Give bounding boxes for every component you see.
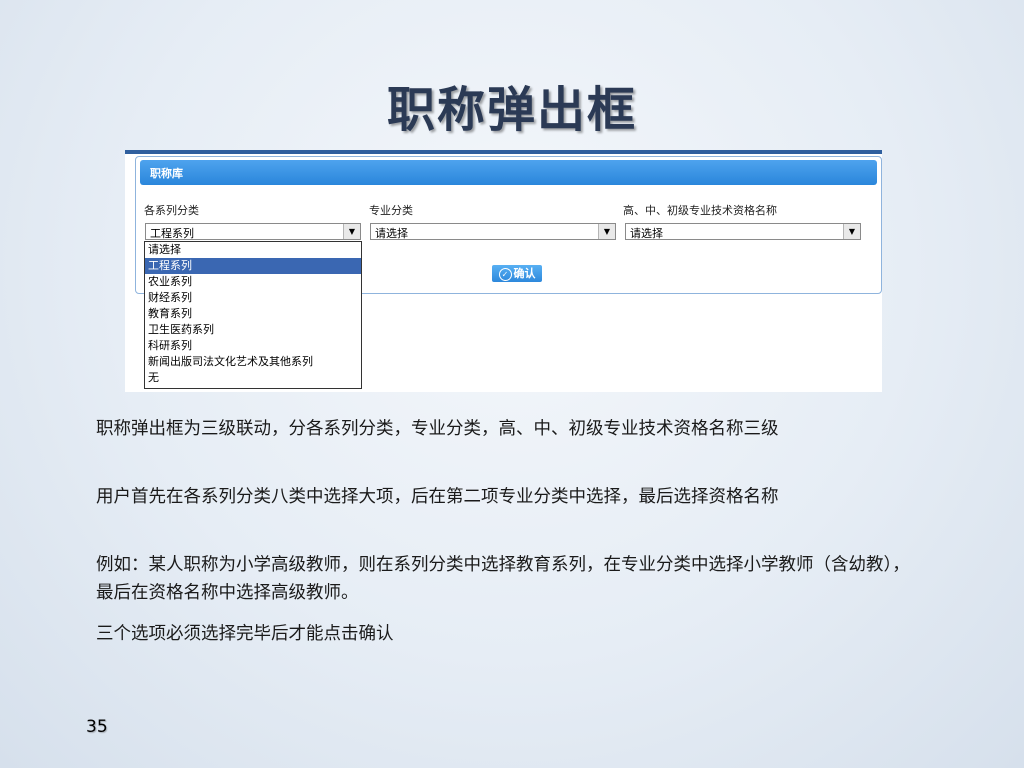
- dropdown-option[interactable]: 财经系列: [145, 290, 361, 306]
- dropdown-option-selected[interactable]: 工程系列: [145, 258, 361, 274]
- description-paragraph-1: 职称弹出框为三级联动，分各系列分类，专业分类，高、中、初级专业技术资格名称三级: [96, 419, 779, 439]
- page-number: 35: [86, 717, 108, 737]
- dropdown-option[interactable]: 请选择: [145, 242, 361, 258]
- panel-header: 职称库: [140, 160, 877, 185]
- description-paragraph-3: 例如：某人职称为小学高级教师，则在系列分类中选择教育系列，在专业分类中选择小学教…: [96, 555, 910, 603]
- dropdown-option[interactable]: 无: [145, 370, 361, 386]
- qualification-name-label: 高、中、初级专业技术资格名称: [623, 204, 777, 217]
- description-paragraph-2: 用户首先在各系列分类八类中选择大项，后在第二项专业分类中选择，最后选择资格名称: [96, 487, 779, 507]
- slide-title: 职称弹出框: [386, 82, 637, 138]
- dropdown-option[interactable]: 农业系列: [145, 274, 361, 290]
- specialty-category-select[interactable]: 请选择 ▼: [370, 223, 616, 240]
- confirm-button[interactable]: ✓ 确认: [492, 265, 542, 282]
- panel-title: 职称库: [150, 167, 183, 180]
- chevron-down-icon[interactable]: ▼: [598, 224, 615, 239]
- title-popup-screenshot: 职称库 各系列分类 工程系列 ▼ 专业分类 请选择 ▼ 高、中、初级专业技术资格…: [125, 150, 882, 392]
- specialty-category-label: 专业分类: [369, 204, 413, 217]
- dropdown-option[interactable]: 科研系列: [145, 338, 361, 354]
- confirm-button-label: 确认: [513, 267, 536, 280]
- dropdown-option[interactable]: 卫生医药系列: [145, 322, 361, 338]
- series-category-label: 各系列分类: [144, 204, 199, 217]
- description-paragraph-4: 三个选项必须选择完毕后才能点击确认: [96, 624, 394, 644]
- chevron-down-icon[interactable]: ▼: [343, 224, 360, 239]
- dropdown-option[interactable]: 教育系列: [145, 306, 361, 322]
- check-circle-icon: ✓: [498, 267, 512, 281]
- series-category-dropdown-list[interactable]: 请选择 工程系列 农业系列 财经系列 教育系列 卫生医药系列 科研系列 新闻出版…: [144, 241, 362, 389]
- series-category-value: 工程系列: [150, 227, 194, 240]
- qualification-name-select[interactable]: 请选择 ▼: [625, 223, 861, 240]
- specialty-category-value: 请选择: [375, 227, 408, 240]
- series-category-select[interactable]: 工程系列 ▼: [145, 223, 361, 240]
- chevron-down-icon[interactable]: ▼: [843, 224, 860, 239]
- qualification-name-value: 请选择: [630, 227, 663, 240]
- screenshot-top-border: [125, 150, 882, 154]
- dropdown-option[interactable]: 新闻出版司法文化艺术及其他系列: [145, 354, 361, 370]
